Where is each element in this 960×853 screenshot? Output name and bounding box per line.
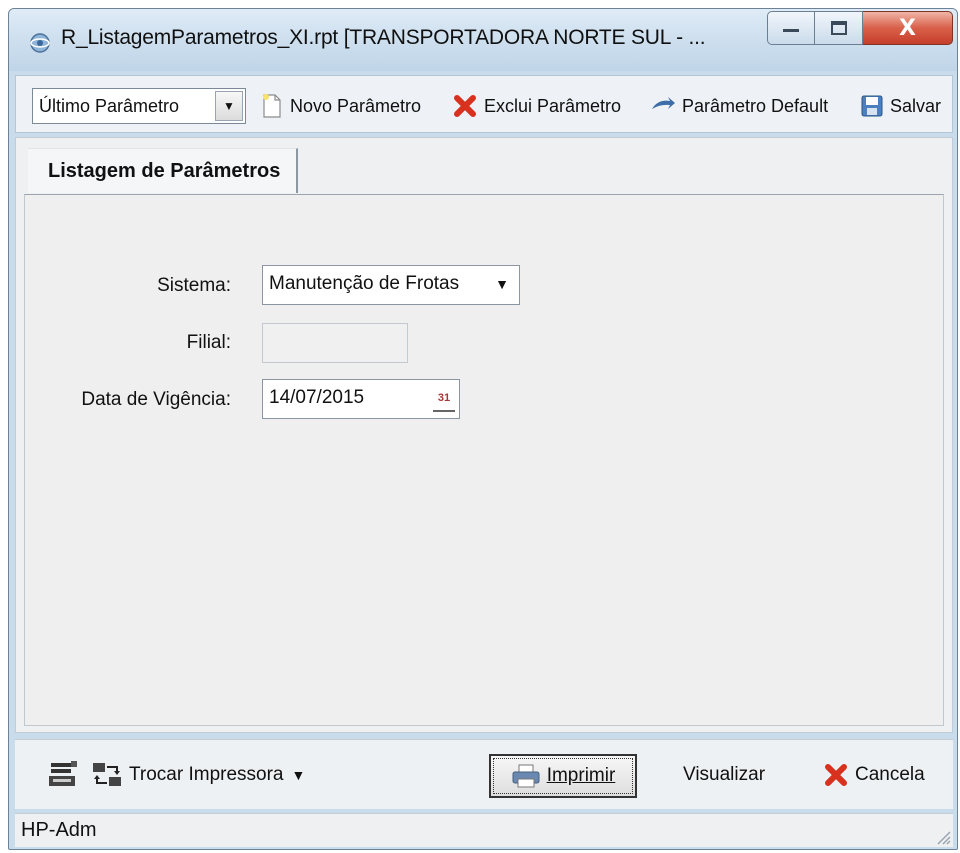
tab-panel: Sistema: Manutenção de Frotas ▼ Filial: … [24, 194, 944, 726]
tab-listagem-parametros[interactable]: Listagem de Parâmetros [28, 148, 299, 193]
sistema-value: Manutenção de Frotas [269, 273, 460, 294]
printer-setup-icon [49, 761, 77, 786]
minimize-icon [783, 29, 799, 32]
maximize-button[interactable] [815, 11, 863, 45]
cancela-label: Cancela [855, 764, 925, 785]
parametro-default-label: Parâmetro Default [682, 95, 829, 116]
novo-parametro-button[interactable]: Novo Parâmetro [260, 88, 421, 124]
parameter-select[interactable]: Último Parâmetro ▼ [32, 88, 246, 124]
app-icon [30, 33, 50, 53]
exclui-parametro-button[interactable]: Exclui Parâmetro [452, 88, 621, 124]
novo-parametro-label: Novo Parâmetro [290, 95, 422, 116]
visualizar-label: Visualizar [683, 764, 766, 785]
default-arrow-icon [652, 97, 675, 109]
visualizar-button[interactable]: Visualizar [683, 757, 765, 793]
printer-icon [512, 764, 540, 788]
resize-grip-icon[interactable] [933, 827, 951, 845]
save-icon [861, 95, 883, 117]
data-vigencia-label: Data de Vigência: [81, 389, 231, 410]
sistema-select[interactable]: Manutenção de Frotas ▼ [262, 265, 520, 305]
status-bar: HP-Adm [15, 813, 953, 847]
chevron-down-icon[interactable]: ▼ [215, 91, 243, 121]
window-title: R_ListagemParametros_XI.rpt [TRANSPORTAD… [61, 26, 706, 49]
filial-field[interactable] [262, 323, 408, 363]
salvar-button[interactable]: Salvar [860, 88, 941, 124]
filial-label: Filial: [186, 332, 231, 353]
maximize-icon [830, 21, 847, 35]
report-window: R_ListagemParametros_XI.rpt [TRANSPORTAD… [8, 8, 958, 850]
close-icon: X [899, 15, 916, 41]
chevron-down-icon: ▼ [495, 276, 509, 292]
footer-bar: Trocar Impressora ▼ Imprimir Visualizar … [15, 739, 953, 809]
imprimir-label: Imprimir [546, 765, 616, 786]
title-bar[interactable]: R_ListagemParametros_XI.rpt [TRANSPORTAD… [9, 9, 957, 71]
trocar-impressora-button[interactable]: Trocar Impressora ▼ [91, 757, 305, 793]
sistema-label: Sistema: [157, 275, 231, 296]
imprimir-button[interactable]: Imprimir [489, 754, 637, 798]
toolbar: Último Parâmetro ▼ Novo Parâmetro Exclui… [15, 75, 953, 133]
cancela-button[interactable]: Cancela [823, 757, 925, 793]
parametro-default-button[interactable]: Parâmetro Default [650, 88, 828, 124]
calendar-icon[interactable]: 31 [433, 386, 455, 412]
new-document-icon [263, 94, 281, 118]
parameter-select-value: Último Parâmetro [39, 96, 180, 116]
trocar-impressora-label: Trocar Impressora [129, 764, 284, 785]
exclui-parametro-label: Exclui Parâmetro [484, 95, 622, 116]
chevron-down-icon: ▼ [291, 767, 306, 783]
data-vigencia-field[interactable]: 14/07/2015 31 [262, 379, 460, 419]
close-button[interactable]: X [863, 11, 953, 45]
swap-printer-icon [93, 763, 121, 786]
cancel-icon [825, 764, 847, 786]
data-vigencia-value: 14/07/2015 [269, 387, 365, 408]
printer-settings-button[interactable] [47, 757, 85, 793]
minimize-button[interactable] [767, 11, 815, 45]
salvar-label: Salvar [890, 95, 942, 116]
printer-name: HP-Adm [21, 819, 97, 841]
delete-icon [454, 95, 476, 117]
content-area: Listagem de Parâmetros Sistema: Manutenç… [15, 137, 953, 733]
